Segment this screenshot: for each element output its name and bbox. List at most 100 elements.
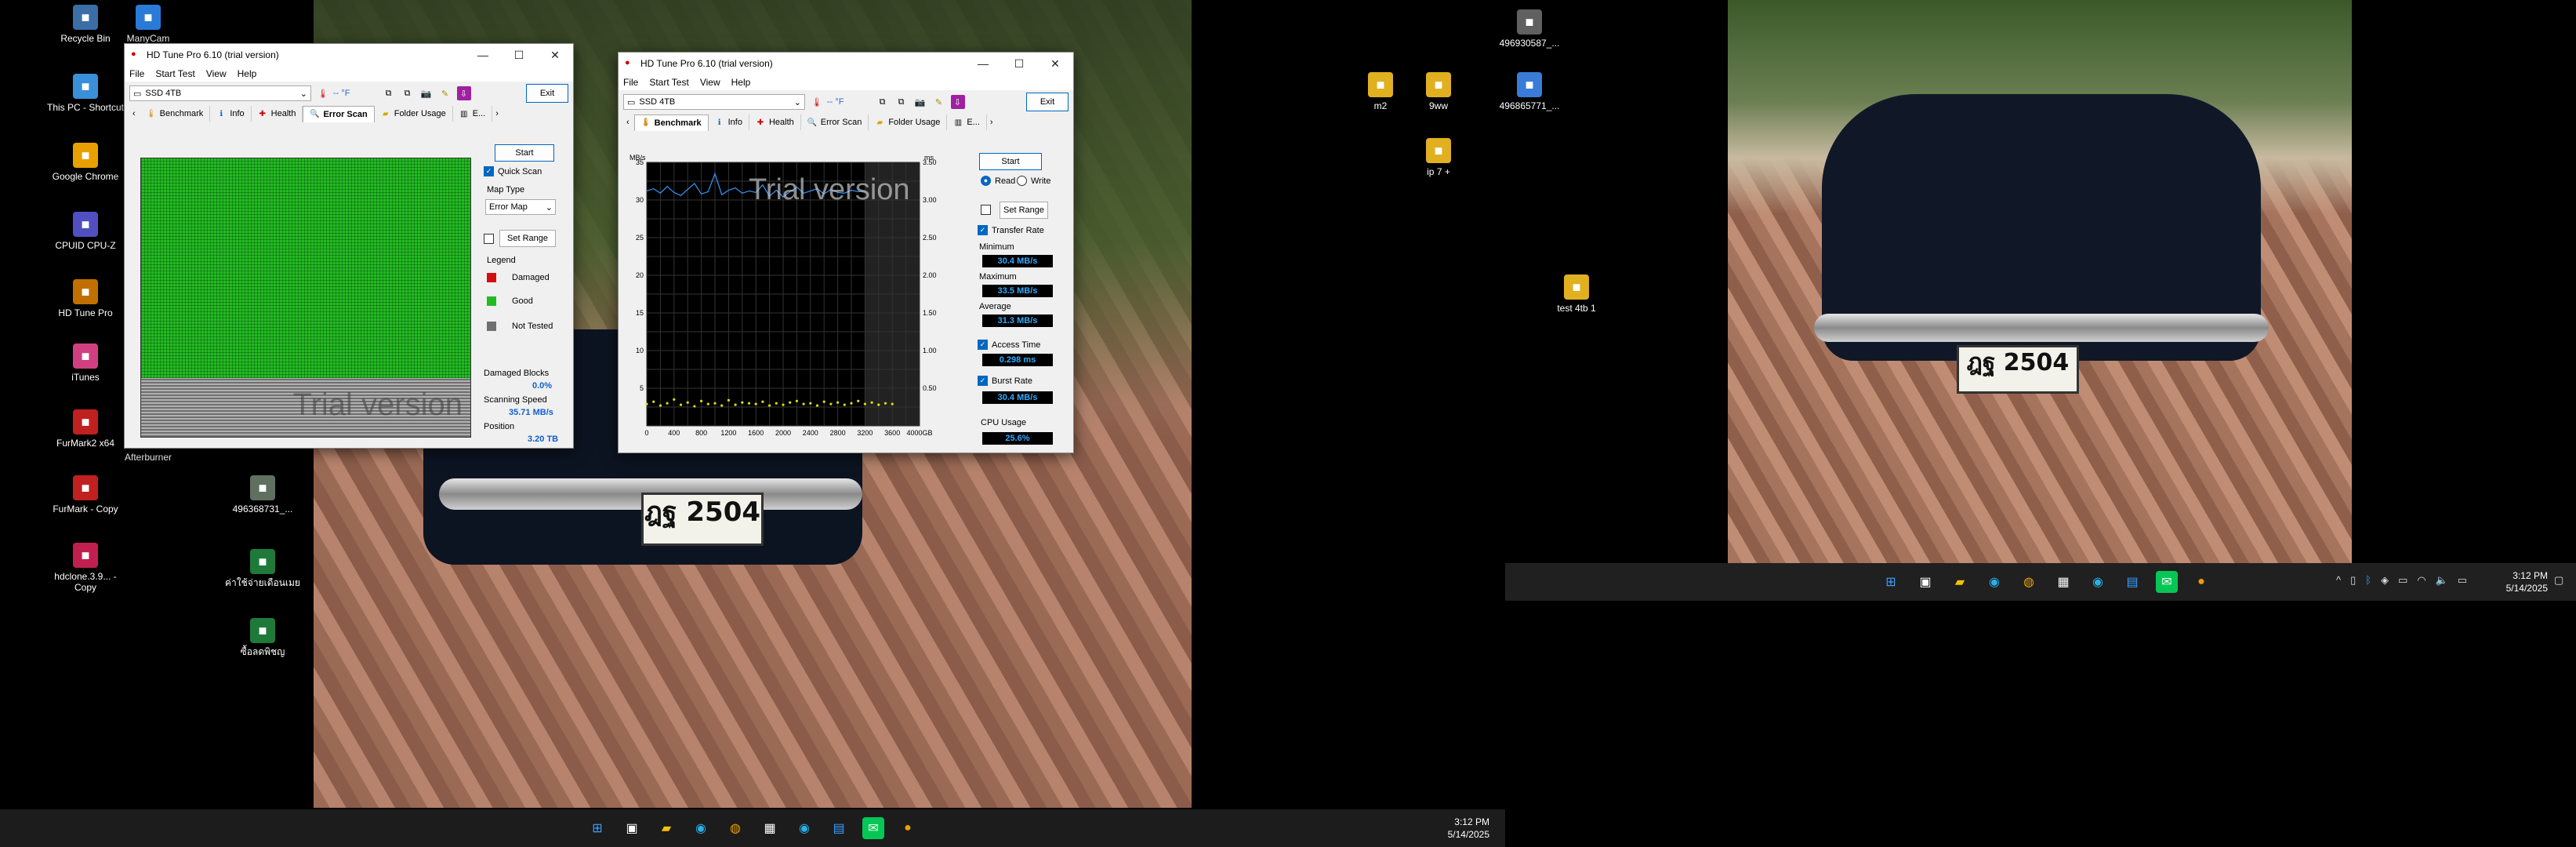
- shield-icon[interactable]: ◈: [2381, 574, 2389, 587]
- desktop-icon[interactable]: ■ iTunes: [42, 344, 129, 383]
- menu-view[interactable]: View: [206, 68, 227, 79]
- menu-help[interactable]: Help: [731, 77, 751, 88]
- desktop-icon[interactable]: ■ HD Tune Pro: [42, 279, 129, 318]
- calculator-icon[interactable]: ▦: [2052, 571, 2074, 593]
- hdtune-window-benchmark[interactable]: ● HD Tune Pro 6.10 (trial version) — ☐ ✕…: [618, 52, 1074, 453]
- exit-button[interactable]: Exit: [526, 84, 568, 103]
- desktop-icon[interactable]: ■ hdclone.3.9... - Copy: [42, 543, 129, 593]
- tab-error-scan[interactable]: 🔍 Error Scan: [303, 105, 375, 122]
- line-app-icon[interactable]: ✉: [862, 817, 884, 839]
- chrome-icon[interactable]: ◍: [724, 817, 746, 839]
- notepad-icon[interactable]: ▤: [2121, 571, 2143, 593]
- tab-info[interactable]: ℹ Info: [210, 106, 252, 122]
- tab-scroll-right-icon[interactable]: ›: [990, 118, 993, 127]
- tab-folder-usage[interactable]: ▰ Folder Usage: [375, 106, 453, 122]
- desktop-icon[interactable]: ■ 496368731_...: [220, 475, 306, 514]
- clock-left[interactable]: 3:12 PM 5/14/2025: [1442, 816, 1489, 841]
- minimize-icon[interactable]: —: [965, 53, 1001, 75]
- burst-rate-checkbox[interactable]: ✓ Burst Rate: [978, 376, 1032, 386]
- calculator-icon[interactable]: ▦: [759, 817, 781, 839]
- usb-icon[interactable]: ▯: [2350, 574, 2356, 587]
- clock-right[interactable]: 3:12 PM 5/14/2025: [2501, 569, 2548, 594]
- tab-error-scan[interactable]: 🔍 Error Scan: [801, 115, 869, 130]
- set-range-checkbox[interactable]: [981, 205, 995, 215]
- copy-icon[interactable]: ⧉: [876, 95, 890, 109]
- set-range-checkbox[interactable]: [484, 234, 498, 244]
- close-icon[interactable]: ✕: [537, 44, 573, 66]
- edge-icon[interactable]: ◉: [690, 817, 712, 839]
- display-icon[interactable]: ▭: [2398, 574, 2407, 587]
- wifi-icon[interactable]: ◠: [2417, 574, 2425, 587]
- tab-scroll-right-icon[interactable]: ›: [495, 109, 499, 118]
- start-button[interactable]: Start: [979, 153, 1042, 170]
- menu-help[interactable]: Help: [238, 68, 257, 79]
- tab-health[interactable]: ✚ Health: [252, 106, 303, 122]
- desktop-icon[interactable]: ■ This PC - Shortcut: [42, 74, 129, 113]
- exit-button[interactable]: Exit: [1026, 93, 1068, 111]
- desktop-icon[interactable]: ■ CPUID CPU-Z: [42, 212, 129, 251]
- drive-select[interactable]: ▭ SSD 4TB ⌄: [129, 85, 311, 101]
- desktop-icon[interactable]: ■ ip 7 +: [1395, 138, 1482, 177]
- copy-info-icon[interactable]: ⧉: [401, 86, 415, 100]
- start-menu-icon[interactable]: ⊞: [586, 817, 608, 839]
- download-icon[interactable]: ⇩: [950, 95, 965, 109]
- window2-titlebar[interactable]: ● HD Tune Pro 6.10 (trial version) — ☐ ✕: [619, 53, 1073, 75]
- write-radio[interactable]: Write: [1017, 176, 1050, 186]
- tab-extra[interactable]: ▥ E...: [453, 106, 493, 122]
- desktop-icon[interactable]: ■ FurMark - Copy: [42, 475, 129, 514]
- edge-icon[interactable]: ◉: [1983, 571, 2005, 593]
- desktop-icon[interactable]: ■ Google Chrome: [42, 143, 129, 182]
- camera-icon[interactable]: 📷: [913, 95, 927, 109]
- access-time-checkbox[interactable]: ✓ Access Time: [978, 340, 1040, 350]
- tab-extra[interactable]: ▥ E...: [947, 115, 987, 130]
- file-explorer-icon[interactable]: ▰: [655, 817, 677, 839]
- desktop-icon[interactable]: ■ 496865771_...: [1486, 72, 1573, 111]
- start-menu-icon[interactable]: ⊞: [1880, 571, 1902, 593]
- tab-health[interactable]: ✚ Health: [749, 115, 801, 130]
- notification-icon[interactable]: ▢: [2554, 574, 2563, 587]
- file-explorer-icon[interactable]: ▰: [1949, 571, 1971, 593]
- desktop-icon[interactable]: ■ ค่าใช้จ่ายเดือนเมย: [220, 549, 306, 588]
- volume-icon[interactable]: 🔈: [2436, 574, 2448, 587]
- hdtune-taskbar-icon[interactable]: ●: [897, 817, 919, 839]
- menu-file[interactable]: File: [623, 77, 638, 88]
- desktop-icon[interactable]: ■ test 4tb 1: [1533, 274, 1620, 314]
- camera-icon[interactable]: 📷: [419, 86, 434, 100]
- menu-view[interactable]: View: [700, 77, 720, 88]
- options-icon[interactable]: ✎: [438, 86, 452, 100]
- bluetooth-icon[interactable]: ᛒ: [2365, 574, 2371, 587]
- tab-scroll-left-icon[interactable]: ‹: [626, 118, 629, 127]
- line-app-icon[interactable]: ✉: [2156, 571, 2178, 593]
- read-radio[interactable]: ● Read: [981, 176, 1015, 186]
- task-view-icon[interactable]: ▣: [1914, 571, 1936, 593]
- minimize-icon[interactable]: —: [465, 44, 501, 66]
- task-view-icon[interactable]: ▣: [621, 817, 643, 839]
- copy-info-icon[interactable]: ⧉: [894, 95, 909, 109]
- desktop-icon[interactable]: ■ ซื้อลดพิชญ: [220, 618, 306, 657]
- window1-titlebar[interactable]: ● HD Tune Pro 6.10 (trial version) — ☐ ✕: [125, 44, 573, 66]
- transfer-rate-checkbox[interactable]: ✓ Transfer Rate: [978, 225, 1044, 235]
- close-icon[interactable]: ✕: [1037, 53, 1073, 75]
- notepad-icon[interactable]: ▤: [828, 817, 850, 839]
- chrome-icon[interactable]: ◍: [2018, 571, 2040, 593]
- menu-start-test[interactable]: Start Test: [649, 77, 688, 88]
- copy-icon[interactable]: ⧉: [382, 86, 396, 100]
- edge-dev-icon[interactable]: ◉: [793, 817, 815, 839]
- set-range-button[interactable]: Set Range: [499, 230, 556, 247]
- hdtune-taskbar-icon[interactable]: ●: [2190, 571, 2212, 593]
- start-button[interactable]: Start: [495, 144, 554, 162]
- map-type-select[interactable]: Error Map ⌄: [485, 199, 556, 215]
- maximize-icon[interactable]: ☐: [1001, 53, 1037, 75]
- tab-benchmark[interactable]: 🌡 Benchmark: [633, 114, 709, 131]
- edge-dev-icon[interactable]: ◉: [2087, 571, 2109, 593]
- desktop-icon[interactable]: ■ ManyCam: [105, 5, 191, 44]
- tab-info[interactable]: ℹ Info: [709, 115, 749, 130]
- quick-scan-checkbox[interactable]: ✓ Quick Scan: [484, 166, 542, 176]
- menu-start-test[interactable]: Start Test: [155, 68, 194, 79]
- maximize-icon[interactable]: ☐: [501, 44, 537, 66]
- tab-scroll-left-icon[interactable]: ‹: [132, 109, 136, 118]
- tab-folder-usage[interactable]: ▰ Folder Usage: [869, 115, 948, 130]
- chevron-up-icon[interactable]: ^: [2336, 574, 2341, 587]
- hdtune-window-errorscan[interactable]: ● HD Tune Pro 6.10 (trial version) — ☐ ✕…: [124, 43, 574, 449]
- drive-select[interactable]: ▭ SSD 4TB ⌄: [623, 94, 805, 110]
